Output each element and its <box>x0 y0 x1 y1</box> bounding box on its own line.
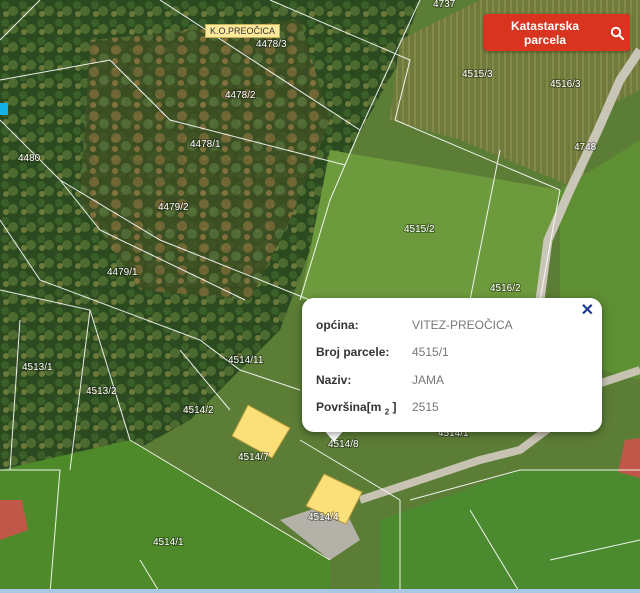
parcel-label[interactable]: 4478/3 <box>255 38 288 51</box>
parcel-label[interactable]: 4479/1 <box>106 266 139 279</box>
close-icon[interactable]: ✕ <box>581 303 594 319</box>
map-marker <box>0 103 8 115</box>
popup-key: Naziv: <box>316 373 352 387</box>
cadastral-parcel-search-button[interactable]: Katastarska parcela <box>484 14 630 51</box>
search-icon <box>610 26 625 40</box>
parcel-label[interactable]: 4478/1 <box>189 138 222 151</box>
parcel-label[interactable]: 4479/2 <box>157 201 190 214</box>
popup-value: VITEZ-PREOČICA <box>412 318 513 332</box>
popup-row-municipality: općina: VITEZ-PREOČICA <box>316 318 513 332</box>
parcel-label[interactable]: 4514/1 <box>152 536 185 549</box>
parcel-label[interactable]: 4515/2 <box>403 223 436 236</box>
popup-value: JAMA <box>412 373 445 387</box>
popup-key: općina: <box>316 318 359 332</box>
popup-key: Broj parcele: <box>316 345 390 359</box>
parcel-label[interactable]: 4513/1 <box>21 361 54 374</box>
parcel-label[interactable]: 4737 <box>432 0 457 11</box>
map-canvas[interactable]: 4737 4478/3 4478/2 4478/1 4480 4479/2 44… <box>0 0 640 593</box>
area-key-text: Površina[m <box>316 400 382 414</box>
parcel-label[interactable]: 4516/2 <box>489 282 522 295</box>
area-key-unit-exponent: 2 <box>384 407 390 417</box>
parcel-label[interactable]: 4748 <box>573 141 598 154</box>
parcel-label[interactable]: 4514/11 <box>227 354 265 367</box>
popup-row-parcel-number: Broj parcele: 4515/1 <box>316 345 449 359</box>
map-bottom-strip <box>0 589 640 593</box>
parcel-label[interactable]: 4480 <box>17 152 42 165</box>
area-key-close: ] <box>392 400 397 414</box>
popup-row-area: Površina[m 2 ] 2515 <box>316 400 439 416</box>
parcel-label[interactable]: 4513/2 <box>85 385 118 398</box>
parcel-label[interactable]: 4516/3 <box>549 78 582 91</box>
cadastral-area-label: K.O.PREOČICA <box>205 24 281 38</box>
popup-value: 2515 <box>412 400 439 414</box>
parcel-label[interactable]: 4478/2 <box>224 89 257 102</box>
popup-key: Površina[m 2 ] <box>316 400 412 416</box>
parcel-label[interactable]: 4514/2 <box>182 404 215 417</box>
search-button-label: Katastarska parcela <box>510 18 580 47</box>
popup-value: 4515/1 <box>412 345 449 359</box>
parcel-info-popup: ✕ općina: VITEZ-PREOČICA Broj parcele: 4… <box>302 298 602 432</box>
parcel-label[interactable]: 4515/3 <box>461 68 494 81</box>
popup-row-name: Naziv: JAMA <box>316 373 444 387</box>
parcel-label[interactable]: 4514/7 <box>237 451 270 464</box>
parcel-label[interactable]: 4514/4 <box>307 511 340 524</box>
